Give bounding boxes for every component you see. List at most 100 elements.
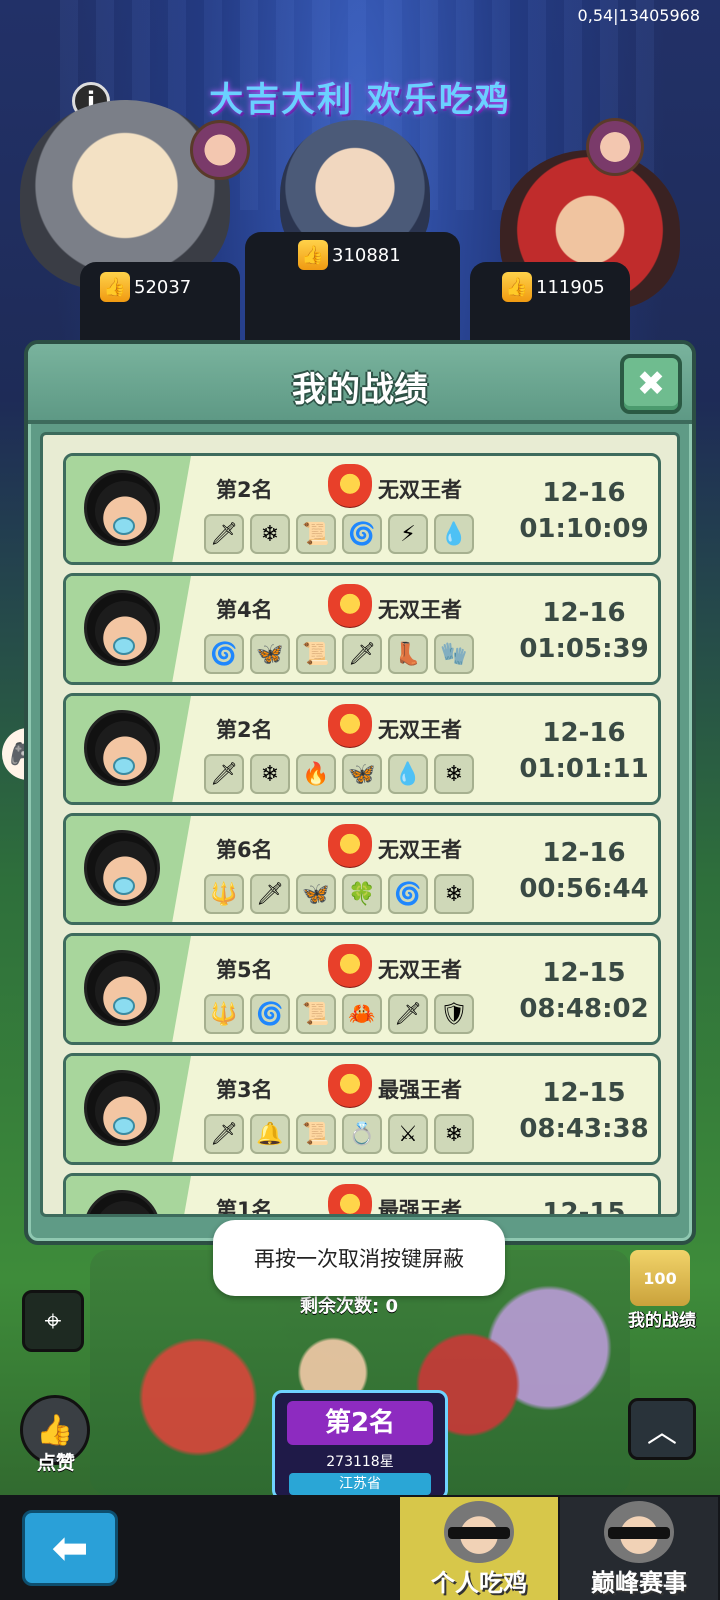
player-avatar bbox=[84, 470, 160, 546]
toast-message: 再按一次取消按键屏蔽 bbox=[213, 1220, 505, 1296]
record-list-panel[interactable]: 第2名 无双王者 🗡 ❄ 📜 🌀 ⚡ 💧 12-16 01:10:09 第4名 无双王者 🌀 🦋 📜 🗡 👢 🧤 1… bbox=[40, 432, 680, 1217]
record-tier-title: 最强王者 bbox=[378, 1198, 462, 1217]
player-avatar bbox=[84, 950, 160, 1026]
like-count-left: 👍 52037 bbox=[100, 272, 191, 302]
record-tier-title: 无双王者 bbox=[378, 838, 462, 862]
rank-card-title: 第2名 bbox=[287, 1401, 433, 1445]
equipment-icons: 🗡 🔔 📜 💍 ⚔ ❄ bbox=[204, 1114, 474, 1154]
equipment-item-icon: 🗡 bbox=[204, 514, 244, 554]
equipment-item-icon: 🗡 bbox=[388, 994, 428, 1034]
record-time: 01:05:39 bbox=[519, 634, 649, 664]
record-row[interactable]: 第6名 无双王者 🔱 🗡 🦋 🍀 🌀 ❄ 12-16 00:56:44 bbox=[63, 813, 661, 925]
pacifier-icon bbox=[113, 877, 135, 895]
record-date: 12-16 bbox=[542, 838, 626, 868]
equipment-icons: 🔱 🌀 📜 🦀 🗡 🛡 bbox=[204, 994, 474, 1034]
record-row[interactable]: 第2名 无双王者 🗡 ❄ 📜 🌀 ⚡ 💧 12-16 01:10:09 bbox=[63, 453, 661, 565]
record-row[interactable]: 第4名 无双王者 🌀 🦋 📜 🗡 👢 🧤 12-16 01:05:39 bbox=[63, 573, 661, 685]
modal-header: 我的战绩 ✖ bbox=[28, 344, 692, 424]
tab-personal-battle[interactable]: 个人吃鸡 bbox=[400, 1497, 558, 1600]
record-time: 08:48:02 bbox=[519, 994, 649, 1024]
record-time: 00:56:44 bbox=[519, 874, 649, 904]
like-button-label[interactable]: 点赞 bbox=[24, 1448, 88, 1475]
modal-title: 我的战绩 bbox=[292, 370, 428, 410]
tab-label: 巅峰赛事 bbox=[591, 1569, 687, 1597]
tier-crest-icon bbox=[328, 1064, 372, 1108]
equipment-item-icon: 🔥 bbox=[296, 754, 336, 794]
my-record-icon[interactable]: 100 bbox=[630, 1250, 690, 1306]
rank-card-stars: 273118星 bbox=[326, 1454, 394, 1470]
tier-crest-icon bbox=[328, 584, 372, 628]
tier-crest-icon bbox=[328, 944, 372, 988]
equipment-item-icon: ❄ bbox=[250, 754, 290, 794]
record-date: 12-16 bbox=[542, 598, 626, 628]
equipment-item-icon: 🌀 bbox=[204, 634, 244, 674]
equipment-item-icon: 💧 bbox=[388, 754, 428, 794]
record-row[interactable]: 第1名 最强王者 12-15 bbox=[63, 1173, 661, 1217]
record-tier-title: 无双王者 bbox=[378, 478, 462, 502]
rank-card[interactable]: 第2名 273118星 江苏省 bbox=[272, 1390, 448, 1500]
my-record-modal: 我的战绩 ✖ 第2名 无双王者 🗡 ❄ 📜 🌀 ⚡ 💧 12-16 01:10:09 第4名 无双王者… bbox=[24, 340, 696, 1245]
like-count-value: 310881 bbox=[332, 244, 401, 266]
record-row[interactable]: 第3名 最强王者 🗡 🔔 📜 💍 ⚔ ❄ 12-15 08:43:38 bbox=[63, 1053, 661, 1165]
equipment-item-icon: 🔔 bbox=[250, 1114, 290, 1154]
record-rank: 第1名 bbox=[216, 1198, 273, 1217]
player-avatar-badge[interactable] bbox=[586, 118, 644, 176]
record-tier-title: 最强王者 bbox=[378, 1078, 462, 1102]
equipment-icons: 🗡 ❄ 🔥 🦋 💧 ❄ bbox=[204, 754, 474, 794]
event-banner: 大吉大利 欢乐吃鸡 bbox=[209, 80, 511, 120]
equipment-item-icon: 🌀 bbox=[250, 994, 290, 1034]
chevron-up-icon[interactable]: ︿ bbox=[628, 1398, 696, 1460]
record-row[interactable]: 第2名 无双王者 🗡 ❄ 🔥 🦋 💧 ❄ 12-16 01:01:11 bbox=[63, 693, 661, 805]
pacifier-icon bbox=[113, 637, 135, 655]
tab-label: 个人吃鸡 bbox=[431, 1569, 527, 1597]
tier-crest-icon bbox=[328, 464, 372, 508]
location-pin-icon[interactable]: ⌖ bbox=[22, 1290, 84, 1352]
record-row[interactable]: 第5名 无双王者 🔱 🌀 📜 🦀 🗡 🛡 12-15 08:48:02 bbox=[63, 933, 661, 1045]
like-count-middle: 👍 310881 bbox=[298, 240, 401, 270]
equipment-item-icon: 📜 bbox=[296, 514, 336, 554]
player-avatar bbox=[84, 590, 160, 666]
my-record-button-label[interactable]: 我的战绩 bbox=[612, 1306, 712, 1331]
equipment-item-icon: 🌀 bbox=[388, 874, 428, 914]
equipment-item-icon: ⚔ bbox=[388, 1114, 428, 1154]
record-list[interactable]: 第2名 无双王者 🗡 ❄ 📜 🌀 ⚡ 💧 12-16 01:10:09 第4名 无双王者 🌀 🦋 📜 🗡 👢 🧤 1… bbox=[63, 453, 661, 1217]
equipment-item-icon: 📜 bbox=[296, 994, 336, 1034]
equipment-item-icon: 🦋 bbox=[296, 874, 336, 914]
record-date: 12-15 bbox=[542, 1198, 626, 1217]
equipment-item-icon: 🍀 bbox=[342, 874, 382, 914]
equipment-item-icon: 🛡 bbox=[434, 994, 474, 1034]
close-button[interactable]: ✖ bbox=[620, 354, 682, 414]
equipment-icons: 🗡 ❄ 📜 🌀 ⚡ 💧 bbox=[204, 514, 474, 554]
equipment-item-icon: ❄ bbox=[250, 514, 290, 554]
pacifier-icon bbox=[113, 517, 135, 535]
equipment-item-icon: 🌀 bbox=[342, 514, 382, 554]
player-avatar-badge[interactable] bbox=[190, 120, 250, 180]
record-rank: 第2名 bbox=[216, 478, 273, 502]
back-arrow-button[interactable]: ⬅ bbox=[22, 1510, 118, 1586]
pacifier-icon bbox=[113, 1117, 135, 1135]
record-tier-title: 无双王者 bbox=[378, 958, 462, 982]
player-avatar bbox=[84, 830, 160, 906]
record-rank: 第4名 bbox=[216, 598, 273, 622]
equipment-item-icon: ❄ bbox=[434, 874, 474, 914]
equipment-icons: 🌀 🦋 📜 🗡 👢 🧤 bbox=[204, 634, 474, 674]
equipment-item-icon: 📜 bbox=[296, 1114, 336, 1154]
record-date: 12-15 bbox=[542, 1078, 626, 1108]
rank-card-province: 江苏省 bbox=[289, 1473, 431, 1495]
equipment-item-icon: 🗡 bbox=[204, 1114, 244, 1154]
equipment-icons: 🔱 🗡 🦋 🍀 🌀 ❄ bbox=[204, 874, 474, 914]
record-date: 12-16 bbox=[542, 718, 626, 748]
equipment-item-icon: 🦋 bbox=[250, 634, 290, 674]
like-count-value: 111905 bbox=[536, 276, 605, 298]
player-avatar bbox=[84, 710, 160, 786]
sunglasses-icon bbox=[608, 1527, 670, 1539]
equipment-item-icon: 👢 bbox=[388, 634, 428, 674]
equipment-item-icon: 💍 bbox=[342, 1114, 382, 1154]
tier-crest-icon bbox=[328, 824, 372, 868]
fps-readout: 0,54|13405968 bbox=[577, 6, 700, 25]
tab-peak-tournament[interactable]: 巅峰赛事 bbox=[560, 1497, 718, 1600]
player-avatar bbox=[84, 1070, 160, 1146]
record-time: 01:10:09 bbox=[519, 514, 649, 544]
avatar-face bbox=[95, 1201, 155, 1214]
sunglasses-icon bbox=[448, 1527, 510, 1539]
